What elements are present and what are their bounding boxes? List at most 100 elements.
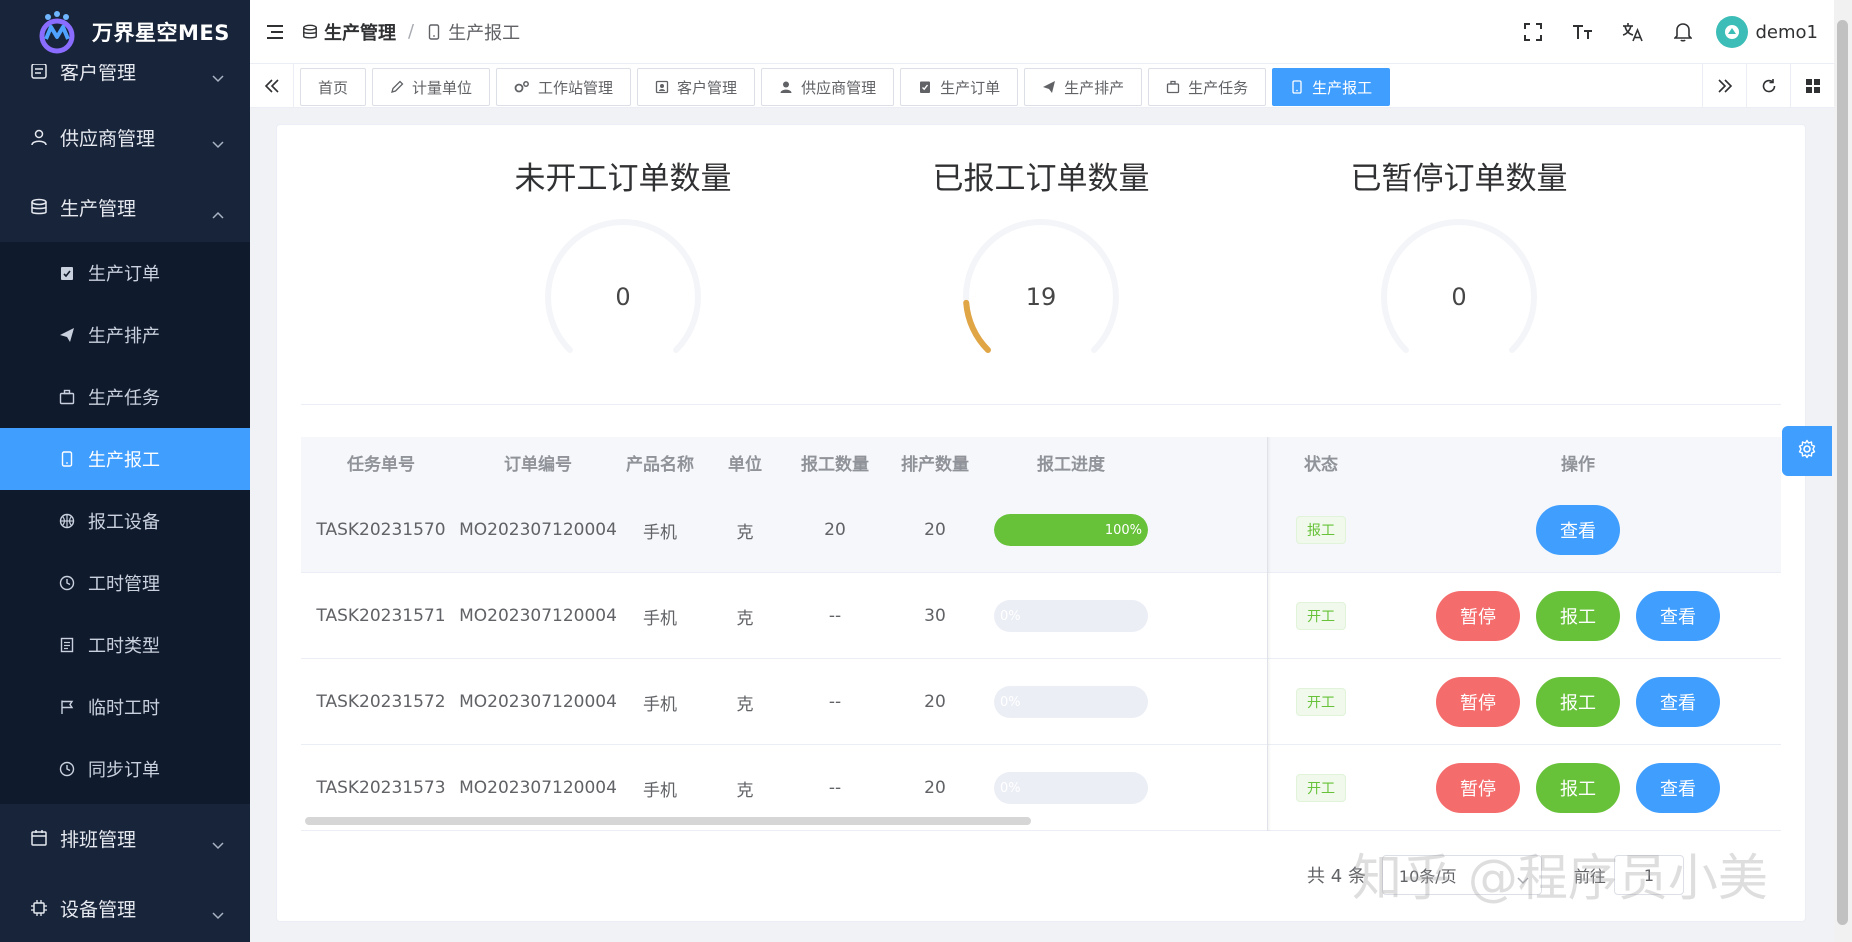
cell-task-no: TASK20231572 [316, 692, 446, 712]
gauge-value: 0 [1451, 283, 1467, 311]
report-button[interactable]: 报工 [1536, 591, 1620, 641]
sidebar-item-label: 工时管理 [88, 574, 160, 595]
clock-icon [56, 758, 78, 780]
pause-button[interactable]: 暂停 [1436, 763, 1520, 813]
table-row: TASK20231571 MO202307120004 手机 克 -- 30 0… [301, 573, 1781, 659]
sidebar-item-hour-types[interactable]: 工时类型 [0, 614, 250, 676]
flag-icon [56, 696, 78, 718]
sidebar-item-work-hours[interactable]: 工时管理 [0, 552, 250, 614]
bell-icon[interactable] [1658, 0, 1708, 64]
top-header: 生产管理 / 生产报工 demo1 [250, 0, 1834, 64]
grid-menu-icon[interactable] [1790, 64, 1834, 108]
view-button[interactable]: 查看 [1636, 591, 1720, 641]
pause-button[interactable]: 暂停 [1436, 677, 1520, 727]
id-card-icon [655, 80, 669, 94]
chevron-up-icon [212, 202, 224, 224]
chevron-down-icon [1517, 870, 1529, 889]
sidebar-item-scheduling[interactable]: 生产排产 [0, 304, 250, 366]
fixed-column-shadow [1267, 437, 1271, 831]
header-actions: demo1 [1508, 0, 1835, 64]
page-size-select[interactable]: 10条/页 [1381, 855, 1542, 895]
breadcrumb-label: 生产管理 [324, 22, 396, 44]
view-button[interactable]: 查看 [1536, 505, 1620, 555]
sidebar-item-work-report[interactable]: 生产报工 [0, 428, 250, 490]
cell-unit: 克 [736, 694, 754, 715]
chevron-down-icon [212, 903, 224, 925]
pause-button[interactable]: 暂停 [1436, 591, 1520, 641]
chevron-down-icon [212, 833, 224, 855]
cell-product: 手机 [643, 608, 677, 629]
sidebar-item-label: 报工设备 [88, 512, 160, 533]
content-card: 未开工订单数量 0 已报工订单数量 19 已暂停订单数量 0 任务单号 订单编号… [276, 124, 1806, 922]
hamburger-icon[interactable] [264, 21, 286, 43]
tag-customers[interactable]: 客户管理 [637, 68, 756, 106]
paper-plane-icon [1042, 80, 1056, 94]
column-header: 订单编号 [504, 454, 572, 475]
app-logo: 万界星空MES [0, 0, 250, 64]
page-number-input[interactable]: 1 [1613, 855, 1684, 895]
cell-unit: 克 [736, 522, 754, 543]
tag-label: 生产订单 [940, 78, 1001, 97]
cell-task-no: TASK20231570 [316, 520, 446, 540]
tag-work-report[interactable]: 生产报工 [1272, 68, 1391, 106]
cell-scheduled: 30 [924, 606, 946, 626]
gauge-chart: 19 [956, 212, 1126, 382]
page-scrollbar[interactable] [1837, 20, 1848, 925]
progress-bar: 0% [994, 686, 1148, 718]
view-button[interactable]: 查看 [1636, 677, 1720, 727]
tag-workstations[interactable]: 工作站管理 [496, 68, 632, 106]
report-button[interactable]: 报工 [1536, 763, 1620, 813]
page-size-value: 10条/页 [1398, 867, 1457, 886]
cpu-icon [28, 897, 50, 919]
tag-list: 首页 计量单位 工作站管理 客户管理 供应商管理 生产订单 生产排产 生产任务 [300, 68, 1396, 106]
settings-button[interactable] [1782, 426, 1832, 476]
breadcrumb-item-production[interactable]: 生产管理 [302, 19, 396, 45]
sidebar-item-label: 生产管理 [60, 197, 137, 220]
gear-icon [1797, 439, 1817, 463]
progress-text: 0% [1000, 694, 1021, 710]
font-size-icon[interactable] [1558, 0, 1608, 64]
refresh-icon[interactable] [1746, 64, 1790, 108]
tag-scheduling[interactable]: 生产排产 [1024, 68, 1143, 106]
sidebar-item-label: 工时类型 [88, 636, 160, 657]
horizontal-scrollbar[interactable] [305, 817, 1031, 825]
tag-label: 生产报工 [1312, 78, 1373, 97]
column-header: 排产数量 [901, 454, 969, 475]
double-chevron-right-icon[interactable] [1702, 64, 1746, 108]
status-badge: 开工 [1296, 688, 1346, 716]
gauge-title: 已暂停订单数量 [1350, 161, 1568, 197]
goto-label: 前往 [1573, 867, 1606, 886]
sidebar-item-equipment[interactable]: 设备管理 [0, 873, 250, 942]
briefcase-icon [1166, 80, 1180, 94]
user-menu[interactable]: demo1 [1715, 16, 1818, 48]
sidebar-item-sync-orders[interactable]: 同步订单 [0, 738, 250, 800]
view-button[interactable]: 查看 [1636, 763, 1720, 813]
tag-suppliers[interactable]: 供应商管理 [761, 68, 895, 106]
sidebar-item-shifts[interactable]: 排班管理 [0, 803, 250, 873]
pagination: 共 4 条 10条/页 前往 1 [1243, 853, 1783, 897]
gears-icon [514, 80, 530, 94]
tag-home[interactable]: 首页 [300, 68, 367, 106]
sidebar-item-tasks[interactable]: 生产任务 [0, 366, 250, 428]
tags-view: 首页 计量单位 工作站管理 客户管理 供应商管理 生产订单 生产排产 生产任务 [250, 64, 1834, 108]
sidebar-item-production-orders[interactable]: 生产订单 [0, 242, 250, 304]
tag-tasks[interactable]: 生产任务 [1148, 68, 1267, 106]
sidebar-item-label: 生产报工 [88, 450, 160, 471]
tag-units[interactable]: 计量单位 [372, 68, 491, 106]
report-button[interactable]: 报工 [1536, 677, 1620, 727]
tag-production-orders[interactable]: 生产订单 [900, 68, 1019, 106]
cell-scheduled: 20 [924, 520, 946, 540]
sidebar-item-temp-hours[interactable]: 临时工时 [0, 676, 250, 738]
divider [301, 404, 1781, 405]
sidebar-item-label: 生产订单 [88, 264, 160, 285]
sidebar-item-production[interactable]: 生产管理 [0, 172, 250, 242]
cell-status: 开工 [1267, 659, 1375, 745]
user-icon [779, 80, 793, 94]
gauge-title: 未开工订单数量 [514, 161, 732, 197]
gauge-chart: 0 [538, 212, 708, 382]
sidebar-item-report-devices[interactable]: 报工设备 [0, 490, 250, 552]
fullscreen-icon[interactable] [1508, 0, 1558, 64]
double-chevron-left-icon[interactable] [250, 64, 294, 108]
sidebar-item-suppliers[interactable]: 供应商管理 [0, 102, 250, 172]
translate-icon[interactable] [1608, 0, 1658, 64]
